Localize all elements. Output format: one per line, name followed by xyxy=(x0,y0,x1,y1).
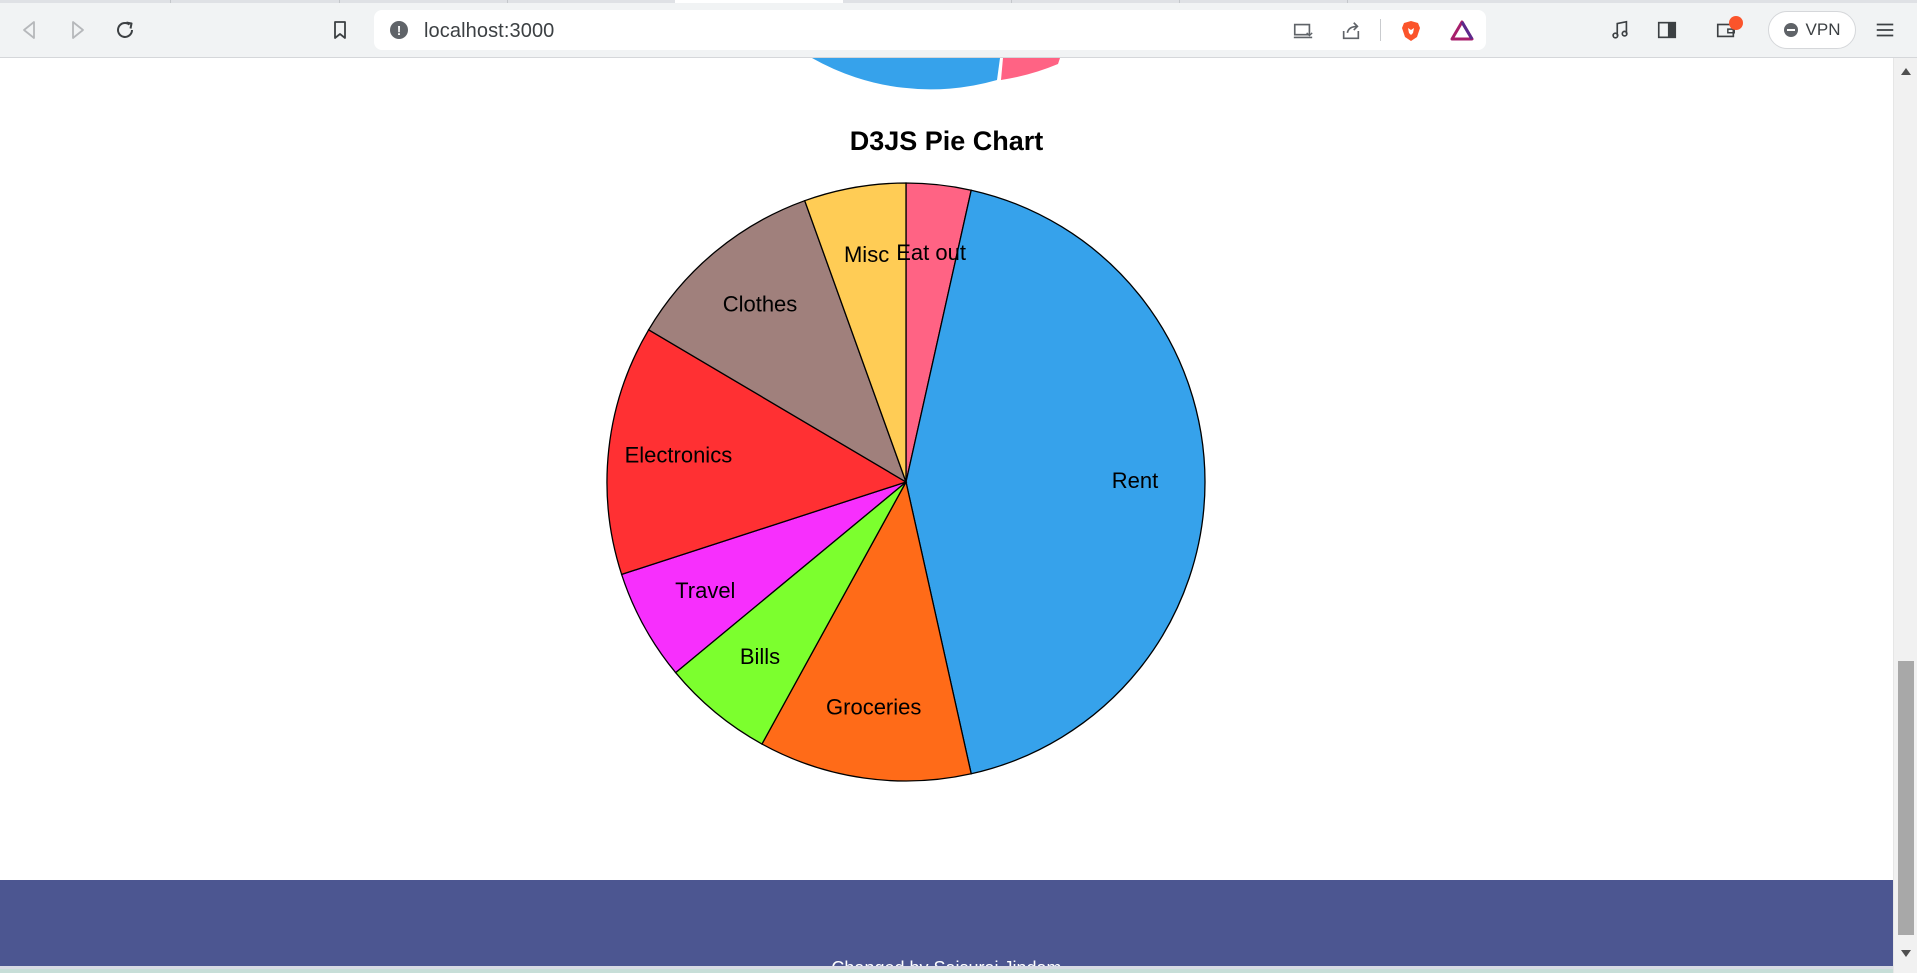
sidebar-icon[interactable] xyxy=(1651,14,1683,46)
media-icon[interactable] xyxy=(1604,14,1636,46)
tab-strip xyxy=(0,0,1917,3)
vpn-status-icon xyxy=(1783,23,1798,37)
forward-icon xyxy=(72,21,84,39)
menu-button[interactable] xyxy=(1869,14,1901,46)
cast-icon[interactable] xyxy=(1290,18,1316,44)
hamburger-menu-icon xyxy=(1876,23,1894,37)
pie-label-travel: Travel xyxy=(675,578,735,603)
bookmark-button[interactable] xyxy=(324,14,356,46)
pie-label-groceries: Groceries xyxy=(826,695,921,720)
pie-label-electronics: Electronics xyxy=(625,443,733,468)
pie-label-clothes: Clothes xyxy=(723,291,798,316)
browser-toolbar: ! localhost:3000 VPN xyxy=(0,0,1917,58)
address-separator xyxy=(1380,19,1381,41)
footer: Changed by Saisurai Jindam xyxy=(0,880,1893,973)
notification-badge xyxy=(1729,16,1743,30)
pie-label-rent: Rent xyxy=(1112,468,1158,493)
pie-label-misc: Misc xyxy=(844,242,889,267)
reload-button[interactable] xyxy=(109,14,141,46)
site-info-icon[interactable]: ! xyxy=(390,21,408,39)
pie-label-eat-out: Eat out xyxy=(896,240,966,265)
window-bottom-border xyxy=(0,966,1917,973)
vpn-button[interactable]: VPN xyxy=(1768,11,1856,49)
bookmark-icon xyxy=(334,21,346,39)
pie-label-bills: Bills xyxy=(740,644,780,669)
vertical-scrollbar[interactable] xyxy=(1893,58,1917,973)
page-viewport: D3JS Pie Chart Eat out Rent Groceries Bills… xyxy=(0,58,1893,973)
scroll-up-arrow-icon[interactable] xyxy=(1901,68,1911,75)
address-bar[interactable]: ! localhost:3000 xyxy=(374,10,1486,50)
back-button[interactable] xyxy=(14,14,46,46)
brave-shields-icon[interactable] xyxy=(1398,18,1424,44)
vpn-label: VPN xyxy=(1805,20,1841,39)
url-text[interactable]: localhost:3000 xyxy=(424,20,554,43)
brave-rewards-icon[interactable] xyxy=(1449,18,1475,44)
scroll-thumb[interactable] xyxy=(1898,661,1914,935)
share-icon[interactable] xyxy=(1338,18,1364,44)
forward-button[interactable] xyxy=(61,14,93,46)
reload-icon xyxy=(117,21,133,38)
pie-chart: Eat out Rent Groceries Bills Travel Electroni… xyxy=(606,182,1206,782)
back-icon xyxy=(23,21,35,39)
scroll-down-arrow-icon[interactable] xyxy=(1901,950,1911,957)
